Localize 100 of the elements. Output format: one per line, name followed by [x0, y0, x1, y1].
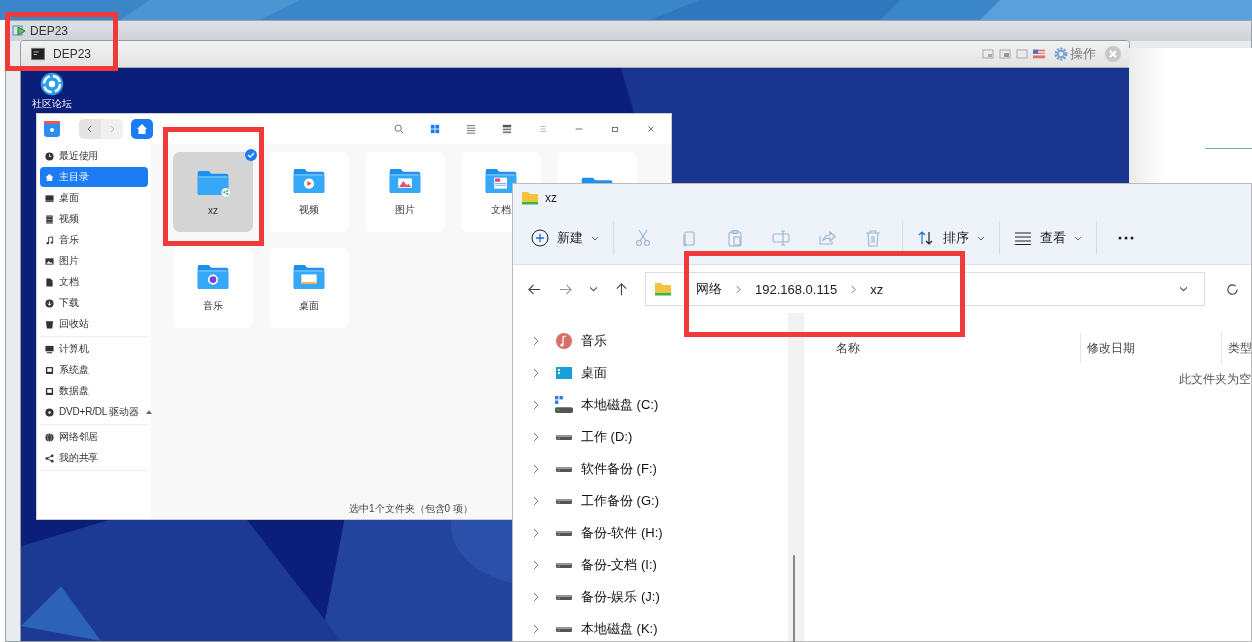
chevron-right-icon[interactable]: [533, 336, 539, 346]
refresh-icon[interactable]: [1225, 281, 1240, 297]
folder-tile[interactable]: 视频: [269, 152, 349, 232]
chevron-right-icon[interactable]: [533, 432, 539, 442]
sidebar-item[interactable]: 下载: [40, 293, 148, 313]
gear-icon: [1054, 47, 1068, 61]
sidebar-item[interactable]: 文档: [40, 272, 148, 292]
folder-tile[interactable]: 音乐: [173, 248, 253, 328]
sidebar-item[interactable]: 主目录: [40, 167, 148, 187]
tree-item[interactable]: 音乐: [513, 325, 803, 357]
sidebar-item[interactable]: 数据盘: [40, 381, 148, 401]
breadcrumb[interactable]: 网络: [696, 280, 722, 298]
column-header[interactable]: 类型: [1228, 339, 1252, 357]
eject-icon[interactable]: [145, 409, 152, 415]
sidebar-item[interactable]: 最近使用: [40, 146, 148, 166]
drive-icon: [556, 498, 572, 504]
sidebar-item[interactable]: 计算机: [40, 339, 148, 359]
chevron-right-icon[interactable]: [533, 560, 539, 570]
monitor-icon: [556, 367, 572, 379]
folder-tile[interactable]: [557, 152, 637, 183]
breadcrumb[interactable]: 192.168.0.115: [755, 281, 838, 297]
sort-icon: [917, 229, 935, 247]
trash-icon: [864, 229, 882, 247]
swirl-logo-icon[interactable]: [40, 72, 64, 96]
chevron-right-icon[interactable]: [533, 528, 539, 538]
chevron-down-icon[interactable]: [1179, 286, 1188, 292]
folder-tile[interactable]: 图片: [365, 152, 445, 232]
sidebar-item[interactable]: 网络邻居: [40, 427, 148, 447]
address-bar[interactable]: 网络 192.168.0.115 xz: [645, 272, 1205, 306]
toolbar-button[interactable]: 排序: [909, 225, 993, 251]
vm-icon: [12, 24, 26, 38]
chevron-down-icon: [977, 235, 985, 241]
vm-tab[interactable]: DEP23: [25, 47, 98, 61]
tree-item[interactable]: 工作备份 (G:): [513, 485, 803, 517]
tree-item[interactable]: 本地磁盘 (C:): [513, 389, 803, 421]
sidebar-item[interactable]: 回收站: [40, 314, 148, 334]
drive-icon: [556, 434, 572, 440]
rename-icon: [772, 229, 790, 247]
list-view-icon[interactable]: [466, 124, 476, 134]
tree-item[interactable]: 备份-娱乐 (J:): [513, 581, 803, 613]
up-arrow-icon[interactable]: [614, 281, 629, 297]
tree-item[interactable]: 备份-软件 (H:): [513, 517, 803, 549]
chevron-right-icon[interactable]: [533, 496, 539, 506]
actions-menu[interactable]: 操作: [1050, 45, 1100, 63]
share-icon: [818, 229, 836, 247]
chevron-right-icon[interactable]: [533, 592, 539, 602]
sidebar-item[interactable]: 视频: [40, 209, 148, 229]
shared-folder-icon: [196, 168, 230, 197]
music-icon: [555, 332, 573, 350]
home-button[interactable]: [131, 119, 153, 139]
home-icon: [45, 172, 54, 182]
tree-item[interactable]: 桌面: [513, 357, 803, 389]
disc-icon: [45, 407, 54, 417]
desktop-icon-label[interactable]: 社区论坛: [32, 98, 72, 110]
share-icon: [45, 453, 54, 463]
drive-icon: [556, 530, 572, 536]
drive-icon: [555, 396, 573, 414]
chevron-right-icon[interactable]: [533, 400, 539, 410]
search-icon[interactable]: [394, 124, 404, 134]
window-icon[interactable]: [999, 48, 1011, 60]
flag-icon[interactable]: [1033, 48, 1045, 60]
folder-tile[interactable]: 桌面: [269, 248, 349, 328]
chevron-down-icon: [591, 235, 599, 241]
maximize-icon[interactable]: [610, 124, 620, 134]
trash-icon: [45, 319, 54, 329]
chevron-right-icon[interactable]: [533, 464, 539, 474]
disk-icon: [45, 365, 54, 375]
toolbar-button[interactable]: 查看: [1006, 225, 1090, 251]
home-icon: [136, 123, 148, 135]
tree-item[interactable]: 备份-文档 (I:): [513, 549, 803, 581]
image-icon: [45, 256, 54, 266]
folder-icon: [654, 280, 672, 298]
sidebar-item[interactable]: 我的共享: [40, 448, 148, 468]
grid-view-icon[interactable]: [430, 124, 440, 134]
terminal-icon: [31, 47, 45, 61]
sidebar-item[interactable]: 系统盘: [40, 360, 148, 380]
tree-item[interactable]: 软件备份 (F:): [513, 453, 803, 485]
sidebar-item[interactable]: 音乐: [40, 230, 148, 250]
sidebar-item[interactable]: DVD+R/DL 驱动器: [40, 402, 148, 422]
details-view-icon[interactable]: [502, 124, 512, 134]
app-icon: [43, 120, 61, 138]
close-icon[interactable]: [646, 124, 656, 134]
chevron-right-icon[interactable]: [533, 624, 539, 634]
folder-icon: [292, 167, 326, 195]
sidebar-item[interactable]: 图片: [40, 251, 148, 271]
window-title: DEP23: [30, 24, 69, 38]
document-icon: [45, 277, 54, 287]
breadcrumb[interactable]: xz: [870, 281, 884, 297]
chevron-right-icon[interactable]: [533, 368, 539, 378]
disk-icon: [45, 386, 54, 396]
sidebar-item[interactable]: 桌面: [40, 188, 148, 208]
chevron-right-icon: [736, 284, 741, 294]
folder-icon: [484, 167, 518, 195]
clipboard-icon: [726, 229, 744, 247]
tree-item[interactable]: 本地磁盘 (K:): [513, 613, 803, 642]
chevron-down-icon[interactable]: [589, 286, 598, 292]
column-header[interactable]: 修改日期: [1087, 339, 1135, 357]
column-header[interactable]: 名称: [836, 339, 860, 357]
tree-item[interactable]: 工作 (D:): [513, 421, 803, 453]
film-icon: [45, 214, 54, 224]
